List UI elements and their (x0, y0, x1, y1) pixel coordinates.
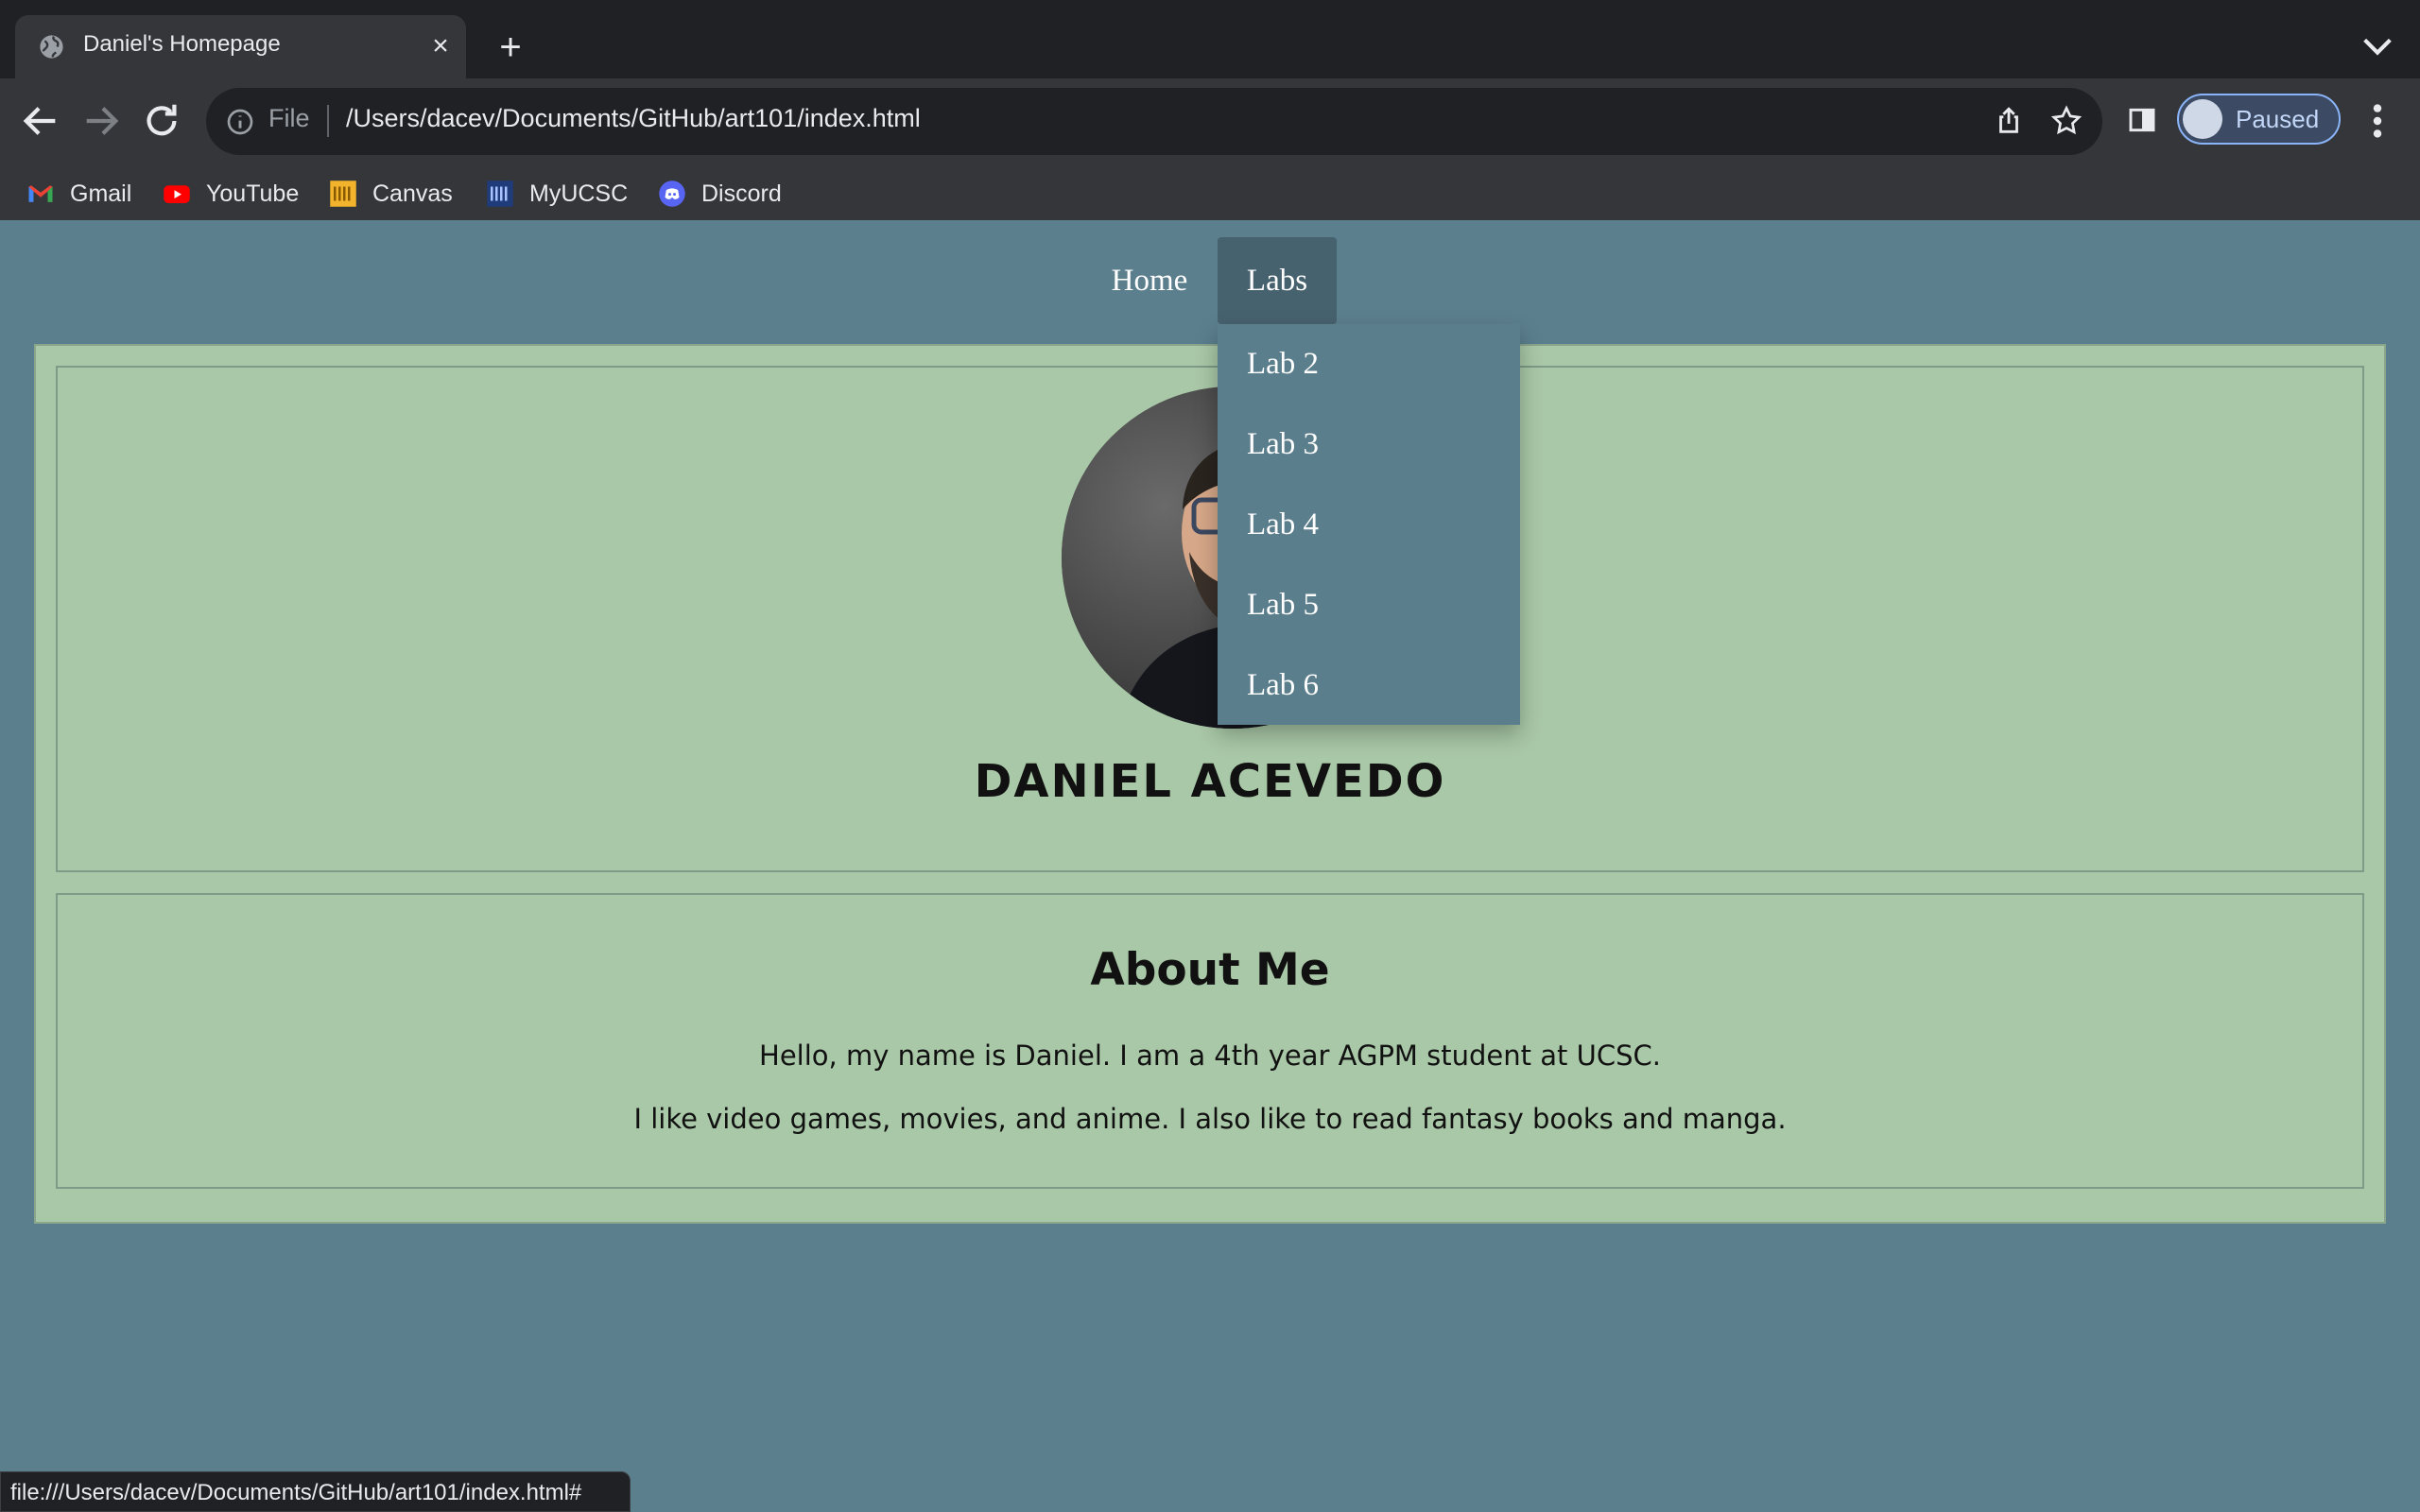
ucsc-logo-icon (487, 180, 513, 207)
bookmark-youtube[interactable]: YouTube (163, 169, 299, 218)
address-url[interactable]: /Users/dacev/Documents/GitHub/art101/ind… (346, 104, 921, 133)
browser-tab[interactable]: Daniel's Homepage × (15, 15, 466, 78)
about-heading: About Me (1090, 944, 1330, 996)
profile-card: DANIEL ACEVEDO (56, 366, 2364, 872)
bookmark-discord[interactable]: Discord (658, 169, 782, 218)
web-page: Home Labs DANIEL ACEVEDO About Me Hello,… (0, 220, 2420, 1512)
new-tab-icon[interactable]: + (492, 28, 529, 66)
back-arrow-icon[interactable] (19, 99, 62, 143)
discord-icon (659, 180, 685, 207)
about-paragraph: I like video games, movies, and anime. I… (633, 1103, 1787, 1135)
profile-name: DANIEL ACEVEDO (974, 755, 1446, 808)
nav-home-link[interactable]: Home (1097, 237, 1202, 324)
profile-status: Paused (2236, 105, 2320, 133)
share-icon[interactable] (1993, 105, 2025, 137)
bookmark-myucsc[interactable]: MyUCSC (486, 169, 628, 218)
globe-icon (40, 35, 63, 59)
bookmark-label: MyUCSC (529, 180, 629, 207)
address-bar[interactable]: File /Users/dacev/Documents/GitHub/art10… (206, 88, 2102, 155)
gmail-icon (28, 185, 53, 202)
close-icon[interactable]: × (426, 32, 455, 60)
reload-icon[interactable] (140, 99, 183, 143)
more-menu-icon[interactable] (2363, 99, 2392, 143)
site-navigation: Home Labs (0, 237, 2420, 324)
avatar (2183, 99, 2222, 139)
youtube-icon (164, 185, 190, 203)
about-paragraph: Hello, my name is Daniel. I am a 4th yea… (759, 1040, 1661, 1072)
bookmark-label: Canvas (372, 180, 453, 207)
labs-dropdown-menu: Lab 2 Lab 3 Lab 4 Lab 5 Lab 6 (1218, 324, 1520, 725)
dropdown-item-lab-3[interactable]: Lab 3 (1218, 404, 1520, 485)
dropdown-item-lab-2[interactable]: Lab 2 (1218, 324, 1520, 404)
bookmark-label: Discord (701, 180, 782, 207)
forward-arrow-icon[interactable] (79, 99, 123, 143)
browser-tab-strip: Daniel's Homepage × + (0, 0, 2420, 78)
bookmark-label: YouTube (206, 180, 300, 207)
profile-button[interactable]: Paused (2177, 94, 2341, 145)
side-panel-icon[interactable] (2127, 105, 2157, 135)
chevron-down-icon[interactable] (2359, 32, 2396, 60)
browser-toolbar: File /Users/dacev/Documents/GitHub/art10… (0, 78, 2420, 220)
dropdown-item-lab-4[interactable]: Lab 4 (1218, 485, 1520, 565)
content-container: DANIEL ACEVEDO About Me Hello, my name i… (34, 344, 2386, 1224)
bookmark-canvas[interactable]: Canvas (329, 169, 453, 218)
info-icon[interactable] (225, 107, 255, 137)
tab-title: Daniel's Homepage (83, 31, 281, 57)
dropdown-item-lab-6[interactable]: Lab 6 (1218, 645, 1520, 726)
nav-labs-link[interactable]: Labs (1218, 237, 1337, 324)
bookmark-star-icon[interactable] (2049, 104, 2083, 138)
ucsc-logo-icon (330, 180, 356, 207)
status-url: file:///Users/dacev/Documents/GitHub/art… (10, 1480, 582, 1505)
bookmark-label: Gmail (70, 180, 132, 207)
dropdown-item-lab-5[interactable]: Lab 5 (1218, 565, 1520, 645)
bookmark-gmail[interactable]: Gmail (26, 169, 131, 218)
about-card: About Me Hello, my name is Daniel. I am … (56, 893, 2364, 1189)
bookmarks-bar: Gmail YouTube Canvas MyUCSC Discord (0, 169, 2420, 218)
address-scheme: File (268, 104, 310, 132)
address-separator (327, 105, 329, 137)
link-status-bar: file:///Users/dacev/Documents/GitHub/art… (0, 1471, 631, 1512)
